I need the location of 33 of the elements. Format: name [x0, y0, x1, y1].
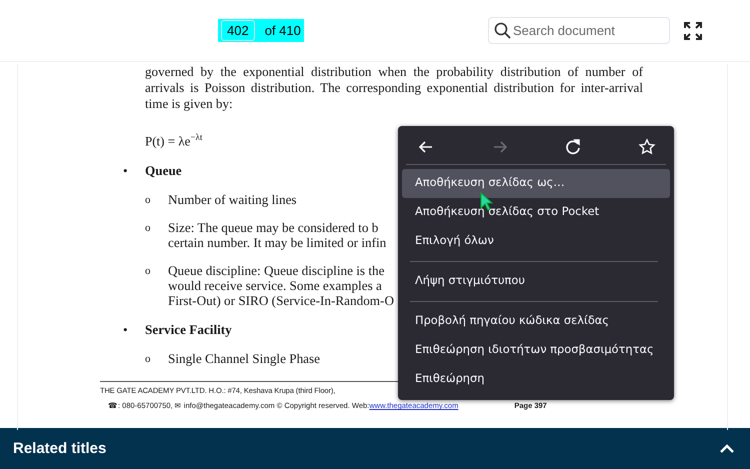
caret-icon[interactable] — [720, 444, 734, 454]
menu-item[interactable]: Λήψη στιγμιότυπου — [402, 267, 670, 296]
reload-icon[interactable] — [564, 138, 582, 156]
menu-item[interactable]: Επιλογή όλων — [402, 227, 670, 256]
bullet-icon: o — [145, 351, 168, 366]
page-total: of 410 — [264, 23, 301, 38]
fullscreen-icon[interactable] — [684, 22, 702, 40]
page-number-field[interactable]: 402 — [221, 20, 255, 41]
list-item-text: Queue discipline: Queue discipline is the — [168, 263, 386, 278]
bullet-icon: o — [145, 192, 168, 208]
section-heading: Queue — [145, 163, 182, 180]
body-paragraph: governed by the exponential distribution when the probability distribution of number of arrivals is Poisson distribution. The corresponding exponential distribution for inter-arrival time is given by: — [145, 64, 643, 112]
menu-item[interactable]: Επιθεώρηση ιδιοτήτων προσβασιμότητας — [402, 336, 670, 365]
list-item-text: certain number. It may be limited or infin — [168, 235, 386, 250]
bullet-icon: • — [123, 322, 145, 338]
formula: P(t) = λe$^{−λt}$ — [145, 132, 202, 150]
related-titles-heading: Related titles — [13, 440, 106, 457]
list-item-text: Single Channel Single Phase — [168, 351, 320, 366]
bullet-icon: o — [145, 263, 168, 308]
menu-item[interactable]: Αποθήκευση σελίδας στο Pocket — [402, 198, 670, 227]
menu-item[interactable]: Αποθήκευση σελίδας ως… — [402, 169, 670, 198]
star-icon[interactable] — [638, 138, 656, 156]
bullet-icon: • — [123, 163, 145, 180]
search-icon — [494, 22, 511, 39]
section-heading: Service Facility — [145, 322, 232, 338]
menu-item[interactable]: Προβολή πηγαίου κώδικα σελίδας — [402, 307, 670, 336]
bullet-icon: o — [145, 220, 168, 250]
list-item-text: Number of waiting lines — [168, 192, 297, 208]
menu-item[interactable]: Επιθεώρηση — [402, 365, 670, 394]
list-item-text: First-Out) or SIRO (Service-In-Random-O — [168, 293, 394, 308]
list-item-text: would receive service. Some examples a — [168, 278, 383, 294]
search-field[interactable]: Search document — [488, 17, 670, 44]
list-item-text: Size: The queue may be considered to b — [168, 220, 380, 236]
